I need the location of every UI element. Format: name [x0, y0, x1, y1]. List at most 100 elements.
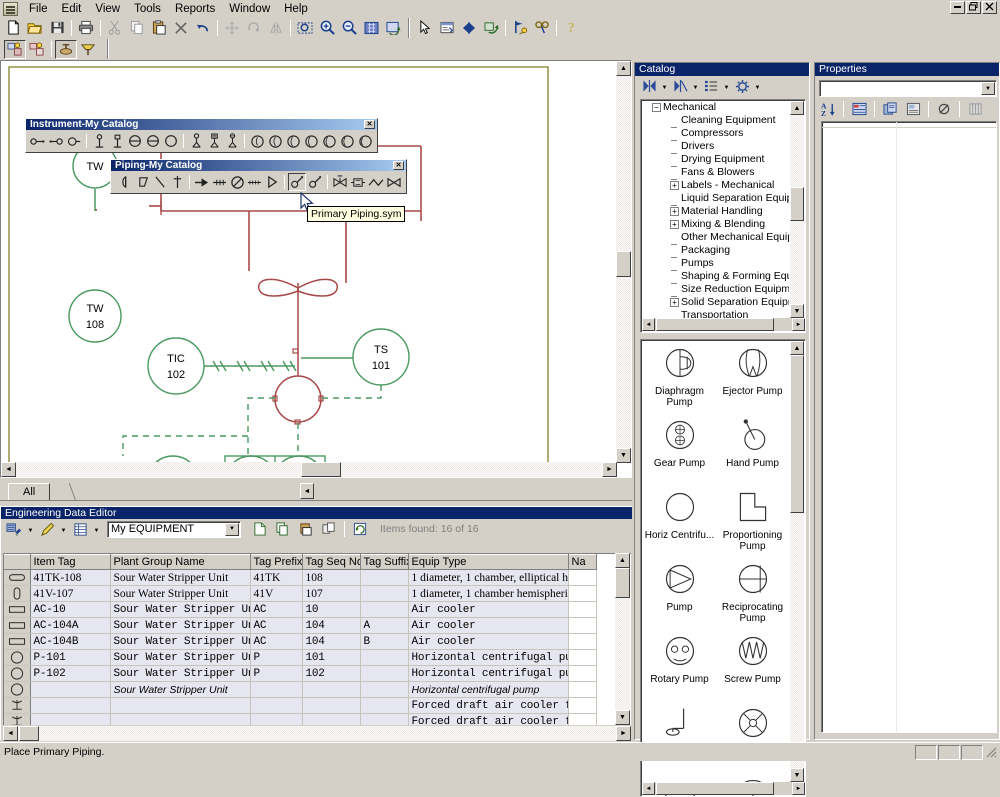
flow-indicator-icon[interactable]: [65, 132, 83, 150]
table-cell[interactable]: AC-10: [30, 601, 111, 618]
scroll-down-button[interactable]: ▼: [616, 448, 631, 463]
column-header-plant-group-name[interactable]: Plant Group Name: [110, 554, 251, 570]
table-cell[interactable]: [250, 697, 303, 714]
property-pages-icon[interactable]: [879, 100, 901, 119]
filter-icon[interactable]: [3, 520, 25, 539]
symbol-palette-item[interactable]: Hand Pump: [716, 414, 789, 486]
table-cell[interactable]: [568, 681, 597, 698]
place-component-icon[interactable]: [26, 40, 48, 59]
paste-icon[interactable]: [148, 18, 170, 37]
table-cell[interactable]: Air cooler: [408, 617, 569, 634]
scroll-right-button[interactable]: ►: [602, 462, 617, 477]
help-icon[interactable]: ?: [560, 18, 582, 37]
grid-icon[interactable]: [964, 100, 986, 119]
catalog-tree-item[interactable]: Shaping & Forming Equipmer: [642, 270, 789, 284]
page-icon[interactable]: [902, 100, 924, 119]
table-row[interactable]: 41V-107 Sour Water Stripper Unit 41V 107 1 d…: [4, 585, 597, 602]
table-cell[interactable]: P-101: [30, 649, 111, 666]
blank-bubble-icon[interactable]: [162, 132, 180, 150]
row-selector-cell[interactable]: [4, 617, 31, 634]
flex-hose-icon[interactable]: [246, 173, 264, 191]
table-cell[interactable]: [302, 697, 361, 714]
symbol-palette-item[interactable]: Diaphragm Pump: [643, 342, 716, 414]
data-source-combo[interactable]: My EQUIPMENT ▼: [107, 520, 241, 538]
row-selector-cell[interactable]: [4, 681, 31, 698]
scroll-down-button[interactable]: ▼: [615, 710, 630, 725]
table-cell[interactable]: Forced draft air cooler fan: [408, 713, 569, 725]
table-cell[interactable]: [110, 713, 251, 725]
table-cell[interactable]: [568, 665, 597, 682]
table-cell[interactable]: B: [360, 633, 409, 650]
table-cell[interactable]: Air cooler: [408, 601, 569, 618]
symbol-palette-item[interactable]: Gear Pump: [643, 414, 716, 486]
save-icon[interactable]: [46, 18, 68, 37]
cycle-icon[interactable]: [480, 18, 502, 37]
row-selector-cell[interactable]: [4, 665, 31, 682]
symbol-palette-item[interactable]: Vane Pump: [716, 702, 789, 774]
table-cell[interactable]: AC: [250, 617, 303, 634]
close-icon[interactable]: ✕: [364, 120, 375, 129]
control-valve-icon[interactable]: [331, 173, 349, 191]
restriction-orifice-icon[interactable]: [144, 132, 162, 150]
table-cell[interactable]: [568, 697, 597, 714]
zoom-out-icon[interactable]: [338, 18, 360, 37]
table-row[interactable]: AC-104BSour Water Stripper UnitAC104BAir…: [4, 633, 597, 650]
table-row[interactable]: AC-104ASour Water Stripper UnitAC104AAir…: [4, 617, 597, 634]
catalog-tree-item[interactable]: Cleaning Equipment: [642, 114, 789, 128]
bubble-4-icon[interactable]: [302, 132, 320, 150]
row-selector-cell[interactable]: [4, 649, 31, 666]
cone-icon[interactable]: [264, 173, 281, 191]
column-header-item-tag[interactable]: Item Tag: [30, 554, 111, 570]
table-cell[interactable]: [568, 585, 597, 602]
inline-instr-icon[interactable]: [349, 173, 367, 191]
expand-icon[interactable]: +: [670, 298, 679, 307]
symbol-dropdown-arrow[interactable]: ▼: [660, 77, 669, 95]
catalog-tree-item[interactable]: − Mechanical: [642, 101, 789, 114]
table-cell[interactable]: Sour Water Stripper Unit: [110, 585, 251, 602]
table-cell[interactable]: [30, 697, 111, 714]
menu-reports[interactable]: Reports: [168, 1, 222, 17]
catalog-tree-item[interactable]: + Labels - Mechanical: [642, 179, 789, 192]
table-cell[interactable]: [360, 585, 409, 602]
catalog-tree-item[interactable]: + Mixing & Blending: [642, 218, 789, 231]
table-cell[interactable]: P: [250, 665, 303, 682]
close-button[interactable]: [982, 1, 997, 14]
table-row[interactable]: Sour Water Stripper Unit Horizontal centr…: [4, 681, 597, 698]
flip-icon[interactable]: [458, 18, 480, 37]
tab-all[interactable]: All: [8, 483, 51, 501]
tree-vertical-scrollbar[interactable]: ▲ ▼: [790, 101, 804, 318]
scroll-thumb[interactable]: [656, 782, 774, 795]
bubble-5-icon[interactable]: [320, 132, 338, 150]
scroll-down-button[interactable]: ▼: [790, 304, 804, 318]
table-cell[interactable]: 104: [302, 633, 361, 650]
view-dropdown-arrow[interactable]: ▼: [92, 520, 101, 538]
table-cell[interactable]: 41TK-108: [30, 569, 111, 586]
scroll-thumb[interactable]: [301, 462, 341, 477]
expand-icon[interactable]: +: [670, 220, 679, 229]
expand-icon[interactable]: +: [670, 181, 679, 190]
symbol-palette-item[interactable]: Pump: [643, 558, 716, 630]
table-cell[interactable]: [250, 681, 303, 698]
blind-icon[interactable]: [229, 173, 246, 191]
print-icon[interactable]: [75, 18, 97, 37]
symbol-palette-item[interactable]: Rotary Pump: [643, 630, 716, 702]
column-header-equip-type[interactable]: Equip Type: [408, 554, 569, 570]
table-cell[interactable]: Sour Water Stripper Unit: [110, 681, 251, 698]
sort-az-icon[interactable]: AZ: [817, 100, 839, 119]
scroll-right-button[interactable]: ►: [792, 782, 805, 795]
catalog-tree[interactable]: − Mechanical Cleaning Equipment Compressors…: [640, 99, 806, 333]
table-cell[interactable]: Sour Water Stripper Unit: [110, 569, 251, 586]
table-row[interactable]: 41TK-108 Sour Water Stripper Unit 41TK 108 1…: [4, 569, 597, 586]
rotate-icon[interactable]: [243, 18, 265, 37]
scroll-up-button[interactable]: ▲: [790, 101, 804, 115]
chevron-down-icon[interactable]: ▼: [225, 522, 239, 536]
palette-horizontal-scrollbar[interactable]: ◄ ►: [642, 782, 805, 795]
flow-element-icon[interactable]: [47, 132, 65, 150]
close-icon[interactable]: ✕: [393, 161, 404, 170]
table-cell[interactable]: Sour Water Stripper Unit: [110, 633, 251, 650]
scroll-up-button[interactable]: ▲: [615, 553, 630, 568]
menu-tools[interactable]: Tools: [127, 1, 168, 17]
table-cell[interactable]: [568, 569, 597, 586]
table-cell[interactable]: [568, 617, 597, 634]
delete-icon[interactable]: [170, 18, 192, 37]
